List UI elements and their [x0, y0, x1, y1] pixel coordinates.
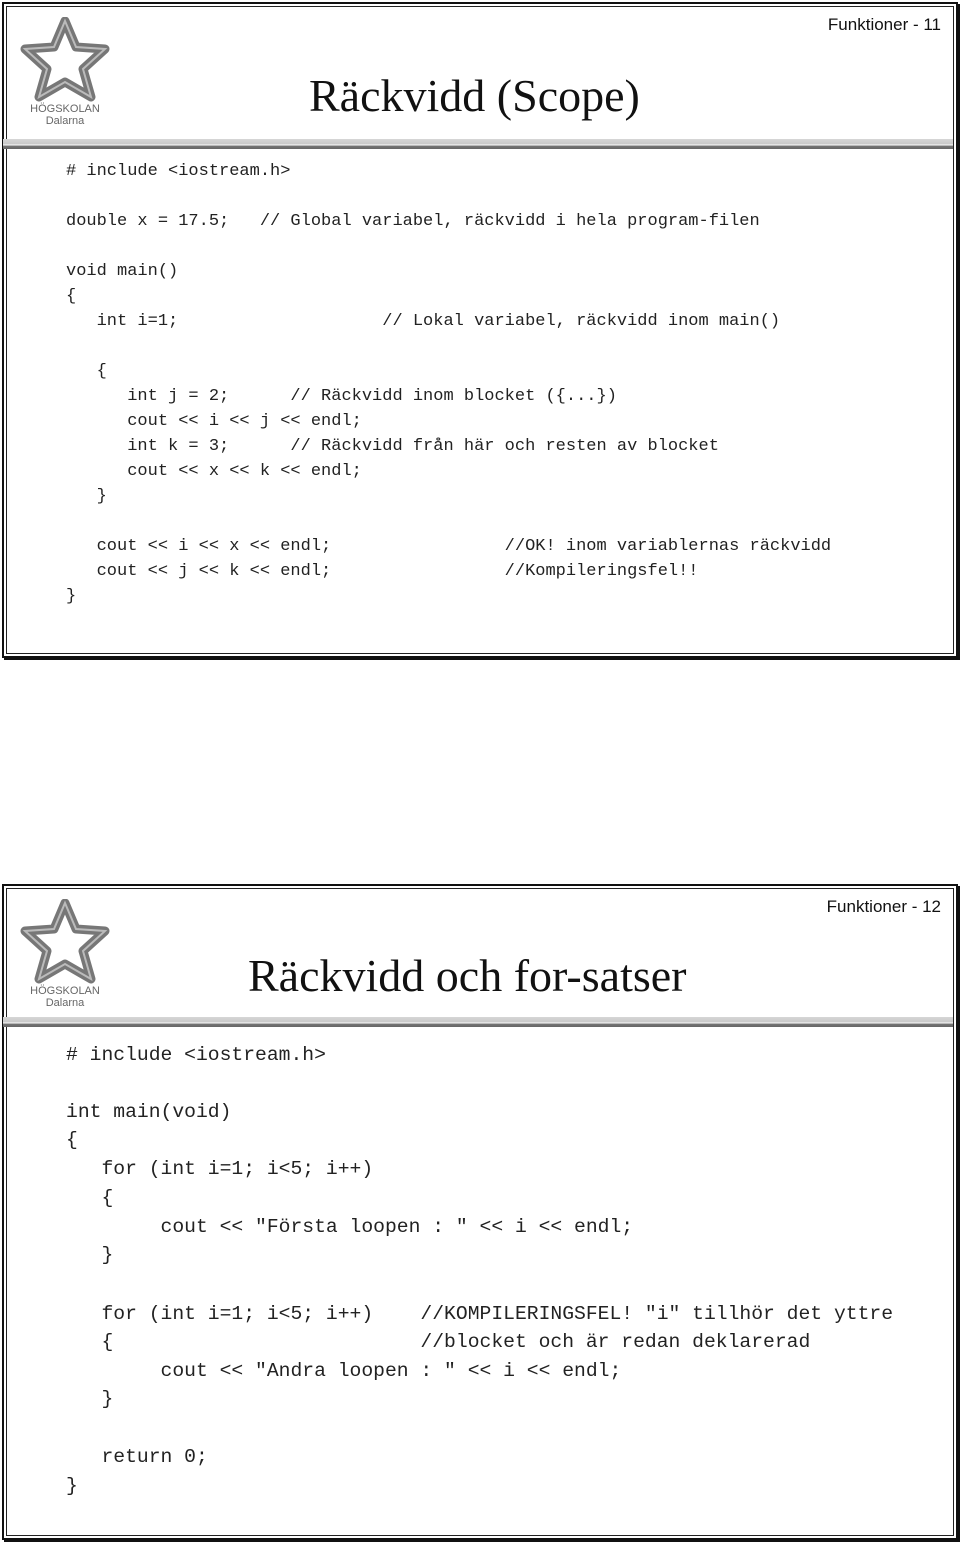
- code-line: }: [66, 1388, 114, 1410]
- code-line: { //blocket och är redan deklarerad: [66, 1331, 811, 1353]
- slide-11: HÖGSKOLAN Dalarna Funktioner - 11 Räckvi…: [3, 6, 954, 654]
- slide-number: Funktioner - 12: [826, 897, 941, 916]
- code-line: cout << "Andra loopen : " << i << endl;: [66, 1360, 622, 1382]
- code-line: cout << "Första loopen : " << i << endl;: [66, 1216, 634, 1238]
- code-line: # include <iostream.h>: [66, 1044, 326, 1066]
- svg-text:HÖGSKOLAN: HÖGSKOLAN: [30, 985, 100, 997]
- code-line: int j = 2; // Räckvidd inom blocket ({..…: [66, 387, 617, 406]
- code-line: int i=1; // Lokal variabel, räckvidd ino…: [66, 312, 781, 331]
- header-divider: [3, 1017, 953, 1027]
- code-line: cout << i << x << endl; //OK! inom varia…: [66, 537, 832, 556]
- hogskolan-dalarna-logo: HÖGSKOLAN Dalarna: [20, 17, 110, 127]
- code-line: }: [66, 587, 77, 606]
- code-line: {: [66, 362, 107, 381]
- code-line: for (int i=1; i<5; i++): [66, 1158, 374, 1180]
- code-line: void main(): [66, 262, 179, 281]
- hogskolan-dalarna-logo: HÖGSKOLAN Dalarna: [20, 899, 110, 1009]
- code-line: cout << x << k << endl;: [66, 462, 362, 481]
- slide-12: HÖGSKOLAN Dalarna Funktioner - 12 Räckvi…: [3, 888, 954, 1536]
- code-line: # include <iostream.h>: [66, 162, 291, 181]
- code-line: int main(void): [66, 1101, 232, 1123]
- code-line: {: [66, 1187, 114, 1209]
- slide-title: Räckvidd (Scope): [309, 70, 640, 121]
- slide-number: Funktioner - 11: [827, 15, 941, 34]
- code-line: }: [66, 1244, 114, 1266]
- slide-title: Räckvidd och for-satser: [248, 950, 687, 1001]
- code-line: for (int i=1; i<5; i++) //KOMPILERINGSFE…: [66, 1303, 894, 1325]
- code-line: cout << j << k << endl; //Kompileringsfe…: [66, 562, 699, 581]
- code-line: double x = 17.5; // Global variabel, räc…: [66, 212, 760, 231]
- code-line: {: [66, 287, 77, 306]
- code-line: int k = 3; // Räckvidd från här och rest…: [66, 437, 719, 456]
- svg-text:Dalarna: Dalarna: [46, 997, 85, 1009]
- svg-text:Dalarna: Dalarna: [46, 115, 85, 127]
- code-line: }: [66, 1475, 78, 1497]
- code-line: {: [66, 1129, 78, 1151]
- header-divider: [3, 139, 953, 149]
- code-line: }: [66, 487, 107, 506]
- code-block: # include <iostream.h> double x = 17.5; …: [66, 162, 831, 606]
- svg-text:HÖGSKOLAN: HÖGSKOLAN: [30, 103, 100, 115]
- code-line: cout << i << j << endl;: [66, 412, 362, 431]
- code-block: # include <iostream.h> int main(void) { …: [66, 1027, 893, 1497]
- code-line: return 0;: [66, 1446, 208, 1468]
